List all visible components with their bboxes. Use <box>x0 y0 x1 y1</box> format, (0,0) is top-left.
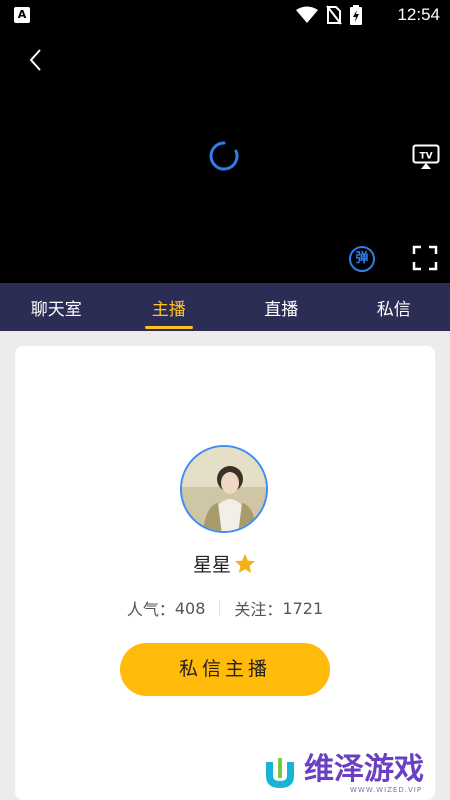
watermark-subtext: WWW.WIZED.VIP <box>350 786 423 794</box>
no-sim-icon <box>326 5 342 25</box>
watermark-logo-icon <box>266 758 294 788</box>
video-player[interactable]: TV 弹 <box>0 30 450 283</box>
tab-anchor[interactable]: 主播 <box>113 283 226 331</box>
tab-label: 主播 <box>151 299 186 320</box>
anchor-profile-card: 星星 人气： 408 关注： 1721 私信主播 <box>15 346 435 800</box>
anchor-stats: 人气： 408 关注： 1721 <box>15 596 435 620</box>
tab-label: 私信 <box>376 299 411 320</box>
loading-spinner-icon <box>209 141 239 171</box>
tab-label: 聊天室 <box>30 299 82 320</box>
tab-private-message[interactable]: 私信 <box>338 283 450 331</box>
avatar[interactable] <box>180 445 268 533</box>
anchor-name-row: 星星 <box>15 550 435 577</box>
battery-icon <box>350 5 362 25</box>
fullscreen-icon[interactable] <box>412 245 438 271</box>
tv-label: TV <box>419 152 432 162</box>
anchor-name: 星星 <box>192 554 231 576</box>
status-bar: A 12:54 <box>0 0 450 30</box>
tab-live[interactable]: 直播 <box>225 283 338 331</box>
follow-value: 1721 <box>282 598 324 618</box>
tv-cast-icon[interactable]: TV <box>412 144 440 170</box>
popularity-value: 408 <box>174 598 206 618</box>
star-icon <box>235 553 255 573</box>
wifi-icon <box>296 6 318 23</box>
avatar-photo <box>182 447 266 531</box>
watermark-text: 维泽游戏 <box>304 752 424 787</box>
message-anchor-button[interactable]: 私信主播 <box>120 643 330 696</box>
watermark: 维泽游戏 WWW.WIZED.VIP <box>262 752 442 796</box>
stats-divider <box>219 600 221 616</box>
active-tab-indicator <box>144 326 193 329</box>
tab-bar: 聊天室 主播 直播 私信 <box>0 283 450 331</box>
status-time: 12:54 <box>397 5 440 24</box>
tab-chatroom[interactable]: 聊天室 <box>0 283 113 331</box>
status-icons <box>296 5 362 25</box>
follow-label: 关注： <box>234 600 283 619</box>
tab-label: 直播 <box>264 299 299 320</box>
danmu-toggle-button[interactable]: 弹 <box>349 246 375 272</box>
back-arrow-icon[interactable] <box>22 46 50 74</box>
popularity-label: 人气： <box>126 600 175 619</box>
app-notification-icon: A <box>14 7 30 23</box>
